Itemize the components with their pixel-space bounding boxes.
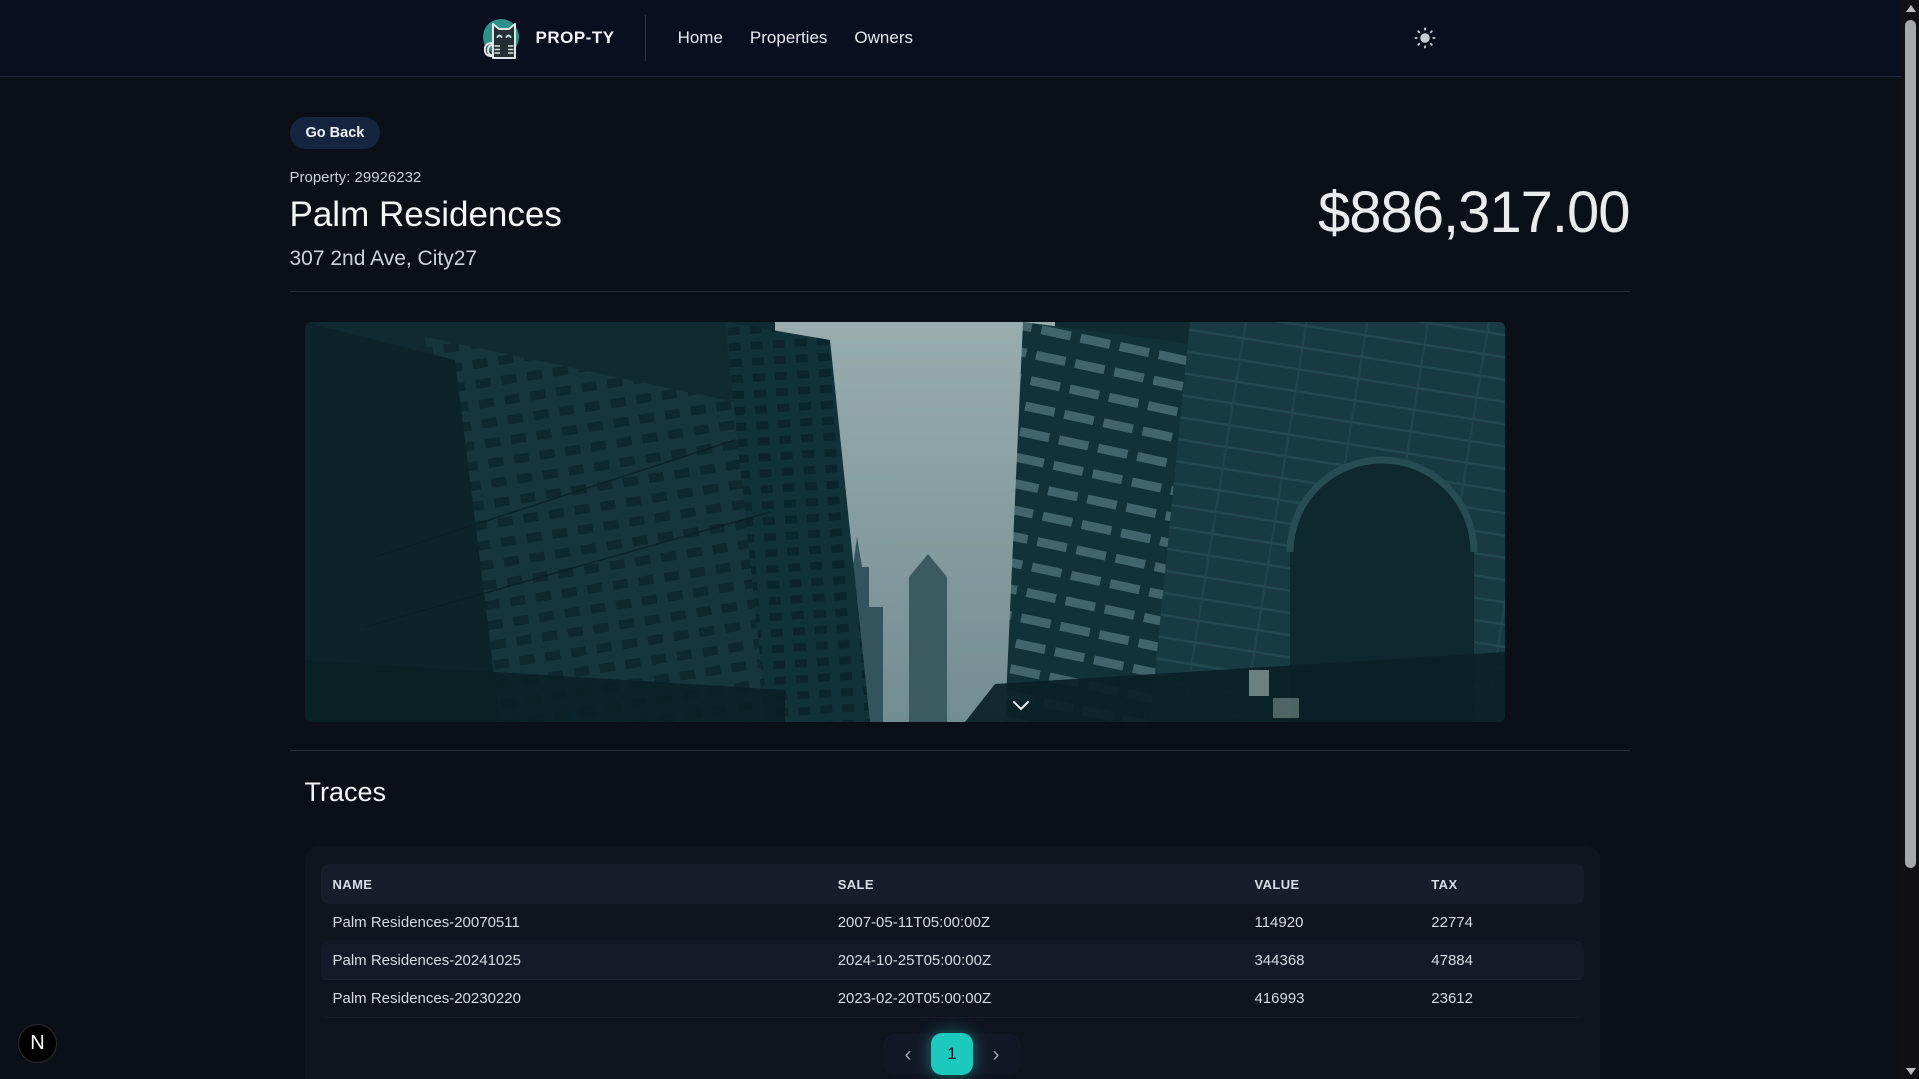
- property-detail-page: Go Back Property: 29926232 Palm Residenc…: [289, 77, 1631, 1079]
- property-hero-image: [304, 322, 1505, 722]
- chevron-down-icon: [1012, 700, 1032, 711]
- scroll-up-button[interactable]: [1902, 0, 1919, 16]
- prev-page-button[interactable]: ‹: [893, 1039, 923, 1069]
- brand-name: PROP-TY: [535, 28, 615, 47]
- theme-toggle-button[interactable]: [1409, 22, 1441, 54]
- cat-logo-icon: [479, 16, 523, 60]
- trace-name: Palm Residences-20241025: [332, 952, 521, 969]
- column-header-sale: SALE: [837, 876, 874, 892]
- trace-value: 416993: [1254, 990, 1305, 1007]
- page-1-button[interactable]: 1: [931, 1033, 973, 1075]
- brand-home-link[interactable]: PROP-TY: [479, 16, 615, 60]
- pagination: ‹ 1 ›: [883, 1033, 1021, 1075]
- traces-table-card: NAME SALE VALUE TAX Palm Residences-2007…: [304, 846, 1600, 1079]
- trace-tax: 47884: [1431, 952, 1473, 969]
- section-divider: [289, 750, 1630, 751]
- trace-name: Palm Residences-20070511: [332, 914, 520, 931]
- scrollbar-thumb[interactable]: [1905, 20, 1916, 868]
- table-row: Palm Residences-20070511 2007-05-11T05:0…: [321, 904, 1584, 942]
- sun-icon: [1413, 27, 1436, 49]
- table-row: Palm Residences-20241025 2024-10-25T05:0…: [320, 942, 1584, 980]
- trace-tax: 22774: [1431, 914, 1473, 931]
- column-header-name: NAME: [332, 876, 373, 892]
- trace-value: 344368: [1254, 952, 1305, 969]
- property-header: Property: 29926232 Palm Residences 307 2…: [289, 169, 1631, 292]
- nav-link-home[interactable]: Home: [678, 28, 723, 48]
- traces-heading: Traces: [304, 777, 387, 807]
- trace-value: 114920: [1254, 914, 1304, 931]
- table-header-row: NAME SALE VALUE TAX: [320, 864, 1584, 904]
- page-title: Palm Residences: [289, 195, 562, 234]
- scroll-down-button[interactable]: [1902, 1063, 1919, 1079]
- nextjs-dev-badge[interactable]: N: [18, 1024, 57, 1063]
- column-header-tax: TAX: [1431, 876, 1458, 892]
- nav-link-properties[interactable]: Properties: [750, 28, 827, 48]
- property-id: Property: 29926232: [289, 169, 422, 186]
- column-header-value: VALUE: [1254, 876, 1300, 892]
- trace-name: Palm Residences-20230220: [332, 990, 521, 1007]
- trace-sale: 2023-02-20T05:00:00Z: [837, 990, 992, 1007]
- scrollbar-track[interactable]: [1902, 0, 1919, 1079]
- main-nav: Home Properties Owners: [678, 28, 913, 48]
- property-price: $886,317.00: [1317, 180, 1631, 245]
- table-row: Palm Residences-20230220 2023-02-20T05:0…: [321, 980, 1584, 1018]
- trace-sale: 2007-05-11T05:00:00Z: [837, 914, 991, 931]
- top-navbar: PROP-TY Home Properties Owners: [0, 0, 1919, 77]
- go-back-button[interactable]: Go Back: [289, 117, 381, 149]
- trace-tax: 23612: [1431, 990, 1473, 1007]
- property-address: 307 2nd Ave, City27: [289, 247, 478, 270]
- hero-scroll-button[interactable]: [1012, 698, 1032, 712]
- trace-sale: 2024-10-25T05:00:00Z: [837, 952, 992, 969]
- navbar-divider: [644, 15, 646, 61]
- next-page-button[interactable]: ›: [981, 1039, 1011, 1069]
- nav-link-owners[interactable]: Owners: [854, 28, 913, 48]
